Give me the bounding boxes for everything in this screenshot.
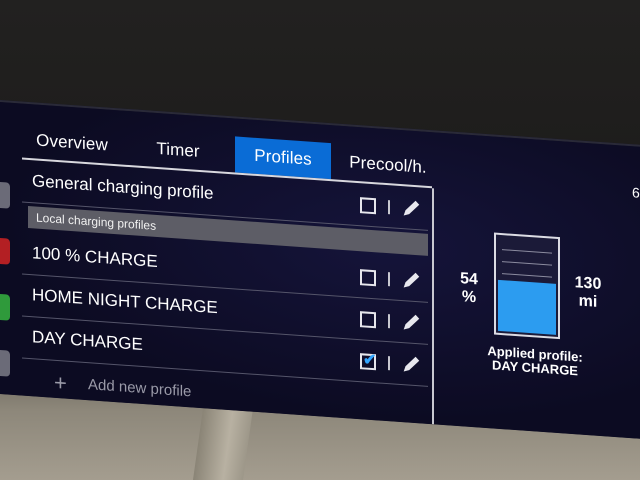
- pencil-icon[interactable]: [400, 311, 422, 335]
- general-profile-checkbox[interactable]: [360, 197, 376, 215]
- rail-button-red[interactable]: [0, 238, 10, 265]
- battery-level-line: [502, 261, 552, 266]
- battery-fill: [498, 279, 556, 335]
- battery-percent: 54 %: [454, 270, 484, 308]
- profile-checkbox-100[interactable]: [360, 269, 376, 287]
- status-digit: 6: [632, 184, 640, 201]
- plus-icon: +: [54, 369, 67, 396]
- row-separator: [388, 200, 390, 215]
- battery-level-line: [502, 249, 552, 254]
- profile-checkbox-home-night[interactable]: [360, 311, 376, 329]
- battery-gauge: [494, 232, 560, 340]
- checkmark-icon: ✔: [363, 351, 377, 370]
- vertical-divider: [432, 188, 434, 425]
- add-profile-label: Add new profile: [88, 376, 192, 401]
- left-rail: [0, 182, 10, 383]
- battery-percent-unit: %: [461, 288, 477, 307]
- pencil-icon[interactable]: [400, 197, 422, 221]
- battery-level-line: [502, 273, 552, 278]
- profile-label-day: DAY CHARGE: [32, 327, 143, 354]
- pencil-icon[interactable]: [400, 269, 422, 293]
- row-separator: [388, 314, 390, 329]
- rail-button-green[interactable]: [0, 294, 10, 321]
- row-separator: [388, 272, 390, 287]
- applied-profile: Applied profile: DAY CHARGE: [460, 342, 610, 380]
- infotainment-screen: Overview Timer Profiles Precool/h. Gener…: [0, 100, 640, 439]
- profile-label-home-night: HOME NIGHT CHARGE: [32, 285, 218, 318]
- profile-label-100: 100 % CHARGE: [32, 243, 158, 272]
- rail-button-top[interactable]: [0, 182, 10, 209]
- general-profile-label: General charging profile: [32, 171, 214, 203]
- battery-panel: 54 % 130 mi Applied profile: DAY CHARGE: [450, 213, 630, 426]
- profile-checkbox-day[interactable]: ✔: [360, 351, 377, 371]
- row-separator: [388, 356, 390, 371]
- range-readout: 130 mi: [570, 274, 606, 313]
- range-unit: mi: [578, 292, 598, 311]
- pencil-icon[interactable]: [400, 353, 422, 377]
- battery-percent-value: 54: [460, 270, 478, 289]
- range-value: 130: [574, 274, 602, 294]
- rail-button-car[interactable]: [0, 350, 10, 377]
- status-icons: 6: [628, 166, 640, 247]
